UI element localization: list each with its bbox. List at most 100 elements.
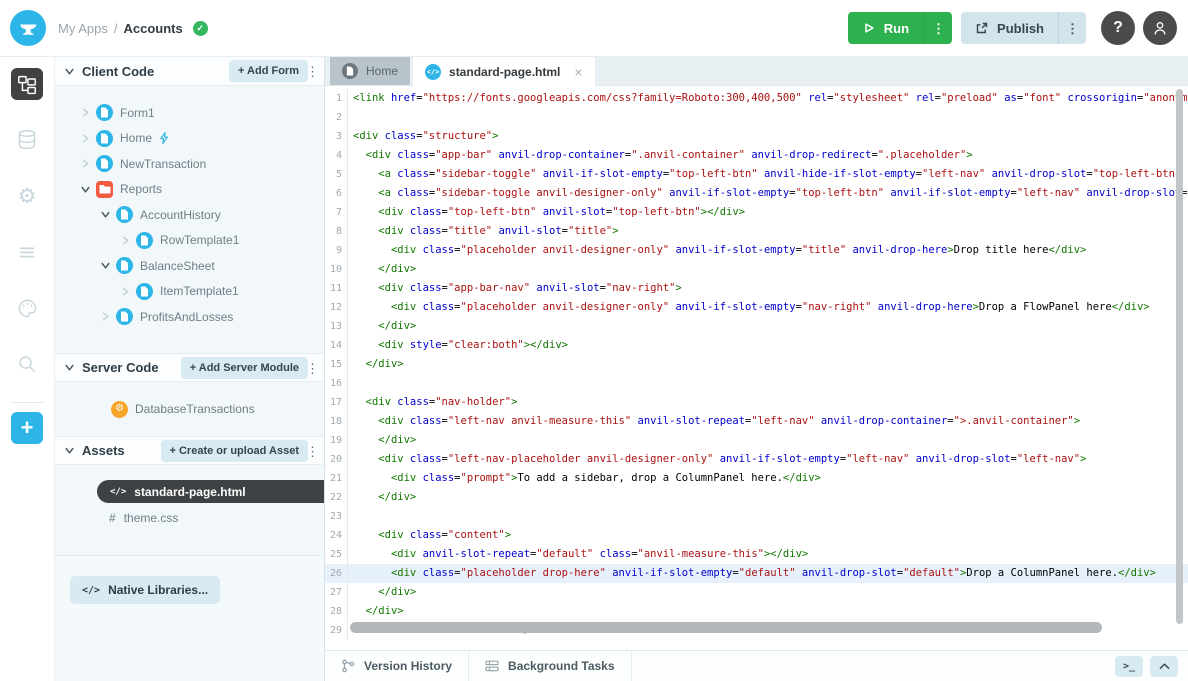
- code-line-9[interactable]: 9 <div class="placeholder anvil-designer…: [325, 241, 1188, 260]
- tab-home[interactable]: Home: [330, 57, 410, 85]
- code-line-6[interactable]: 6 <a class="sidebar-toggle anvil-designe…: [325, 184, 1188, 203]
- app-console-button[interactable]: >_: [1115, 656, 1143, 677]
- help-button[interactable]: ?: [1101, 11, 1135, 45]
- version-history-button[interactable]: Version History: [325, 651, 469, 681]
- theme-palette-icon[interactable]: [11, 292, 43, 324]
- chevron-down-icon: [101, 210, 110, 219]
- code-line-4[interactable]: 4 <div class="app-bar" anvil-drop-contai…: [325, 146, 1188, 165]
- left-icon-rail: ⚙ +: [0, 57, 55, 681]
- background-tasks-button[interactable]: Background Tasks: [469, 651, 631, 681]
- vertical-scrollbar[interactable]: [1176, 89, 1183, 624]
- code-line-2[interactable]: 2: [325, 108, 1188, 127]
- terminal-icon: >_: [1123, 661, 1135, 672]
- tree-item-BalanceSheet[interactable]: BalanceSheet: [55, 253, 324, 279]
- code-line-26[interactable]: 26 <div class="placeholder drop-here" an…: [325, 564, 1188, 583]
- anvil-ide-window: My Apps / Accounts ✓ Run ⋮ Pu: [0, 0, 1188, 681]
- code-line-21[interactable]: 21 <div class="prompt">To add a sidebar,…: [325, 469, 1188, 488]
- run-menu-button[interactable]: ⋮: [924, 12, 952, 44]
- code-line-5[interactable]: 5 <a class="sidebar-toggle" anvil-if-slo…: [325, 165, 1188, 184]
- tree-item-label: BalanceSheet: [140, 259, 215, 273]
- settings-gear-icon[interactable]: ⚙: [11, 180, 43, 212]
- tree-item-ProfitsAndLosses[interactable]: ProfitsAndLosses: [55, 304, 324, 330]
- add-server-module-button[interactable]: + Add Server Module: [181, 357, 308, 379]
- tree-item-Form1[interactable]: Form1: [55, 100, 324, 126]
- tree-item-AccountHistory[interactable]: AccountHistory: [55, 202, 324, 228]
- database-icon[interactable]: [11, 124, 43, 156]
- code-line-20[interactable]: 20 <div class="left-nav-placeholder anvi…: [325, 450, 1188, 469]
- code-line-3[interactable]: 3<div class="structure">: [325, 127, 1188, 146]
- tab-standard-page-html[interactable]: </> standard-page.html ×: [413, 57, 595, 86]
- code-line-23[interactable]: 23: [325, 507, 1188, 526]
- anvil-logo-icon[interactable]: [10, 10, 46, 46]
- chevron-down-icon: [65, 363, 74, 372]
- code-line-12[interactable]: 12 <div class="placeholder anvil-designe…: [325, 298, 1188, 317]
- code-line-24[interactable]: 24 <div class="content">: [325, 526, 1188, 545]
- app-structure-icon[interactable]: [11, 68, 43, 100]
- form-icon: [96, 155, 113, 172]
- create-upload-asset-button[interactable]: + Create or upload Asset: [161, 440, 309, 462]
- collapse-panel-button[interactable]: [1150, 656, 1178, 677]
- add-form-button[interactable]: + Add Form: [229, 60, 308, 82]
- code-line-27[interactable]: 27 </div>: [325, 583, 1188, 602]
- line-number: 7: [325, 203, 348, 222]
- line-number: 22: [325, 488, 348, 507]
- publish-button[interactable]: Publish: [961, 12, 1058, 44]
- assets-menu-button[interactable]: ⋮: [303, 444, 322, 460]
- code-line-15[interactable]: 15 </div>: [325, 355, 1188, 374]
- code-line-13[interactable]: 13 </div>: [325, 317, 1188, 336]
- code-line-11[interactable]: 11 <div class="app-bar-nav" anvil-slot="…: [325, 279, 1188, 298]
- native-libraries-button[interactable]: </> Native Libraries...: [70, 576, 220, 604]
- line-number: 15: [325, 355, 348, 374]
- add-component-button[interactable]: +: [11, 412, 43, 444]
- client-code-tree: Form1HomeNewTransactionReportsAccountHis…: [55, 86, 324, 353]
- kebab-icon: ⋮: [1066, 22, 1079, 35]
- code-line-10[interactable]: 10 </div>: [325, 260, 1188, 279]
- line-number: 17: [325, 393, 348, 412]
- code-line-25[interactable]: 25 <div anvil-slot-repeat="default" clas…: [325, 545, 1188, 564]
- tree-item-RowTemplate1[interactable]: RowTemplate1: [55, 228, 324, 254]
- section-header-assets[interactable]: Assets + Create or upload Asset ⋮: [55, 436, 324, 465]
- code-editor[interactable]: 1<link href="https://fonts.googleapis.co…: [325, 86, 1188, 650]
- search-icon[interactable]: [11, 348, 43, 380]
- section-header-client-code[interactable]: Client Code + Add Form ⋮: [55, 57, 324, 86]
- run-button-group: Run ⋮: [848, 12, 952, 44]
- breadcrumb-my-apps[interactable]: My Apps: [58, 21, 108, 36]
- server-module-databasetransactions[interactable]: ⚙ DatabaseTransactions: [55, 396, 324, 422]
- code-line-17[interactable]: 17 <div class="nav-holder">: [325, 393, 1188, 412]
- close-tab-icon[interactable]: ×: [574, 64, 582, 80]
- asset-theme-css[interactable]: # theme.css: [55, 505, 324, 531]
- horizontal-scrollbar[interactable]: [350, 622, 1102, 633]
- server-module-icon: ⚙: [111, 401, 128, 418]
- section-title: Client Code: [82, 64, 154, 79]
- chevron-up-icon: [1159, 662, 1170, 670]
- publish-menu-button[interactable]: ⋮: [1058, 12, 1086, 44]
- client-code-menu-button[interactable]: ⋮: [303, 64, 322, 80]
- code-line-1[interactable]: 1<link href="https://fonts.googleapis.co…: [325, 89, 1188, 108]
- code-line-14[interactable]: 14 <div style="clear:both"></div>: [325, 336, 1188, 355]
- line-number: 26: [325, 564, 348, 583]
- tree-item-label: ItemTemplate1: [160, 284, 239, 298]
- form-icon: [116, 308, 133, 325]
- code-line-18[interactable]: 18 <div class="left-nav anvil-measure-th…: [325, 412, 1188, 431]
- tree-item-Reports[interactable]: Reports: [55, 177, 324, 203]
- account-button[interactable]: [1143, 11, 1177, 45]
- app-browser-panel: Client Code + Add Form ⋮ Form1HomeNewTra…: [55, 57, 325, 681]
- anvil-glyph: [17, 17, 39, 39]
- tree-item-Home[interactable]: Home: [55, 126, 324, 152]
- server-code-menu-button[interactable]: ⋮: [303, 361, 322, 377]
- run-button[interactable]: Run: [848, 12, 924, 44]
- section-header-server-code[interactable]: Server Code + Add Server Module ⋮: [55, 353, 324, 382]
- code-line-8[interactable]: 8 <div class="title" anvil-slot="title">: [325, 222, 1188, 241]
- code-line-19[interactable]: 19 </div>: [325, 431, 1188, 450]
- code-line-22[interactable]: 22 </div>: [325, 488, 1188, 507]
- tree-item-NewTransaction[interactable]: NewTransaction: [55, 151, 324, 177]
- asset-standard-page-html[interactable]: </> standard-page.html: [97, 480, 324, 503]
- code-file-icon: </>: [110, 487, 126, 497]
- tree-item-ItemTemplate1[interactable]: ItemTemplate1: [55, 279, 324, 305]
- line-number: 21: [325, 469, 348, 488]
- code-line-16[interactable]: 16: [325, 374, 1188, 393]
- outline-list-icon[interactable]: [11, 236, 43, 268]
- code-line-28[interactable]: 28 </div>: [325, 602, 1188, 621]
- server-module-label: DatabaseTransactions: [135, 402, 255, 416]
- code-line-7[interactable]: 7 <div class="top-left-btn" anvil-slot="…: [325, 203, 1188, 222]
